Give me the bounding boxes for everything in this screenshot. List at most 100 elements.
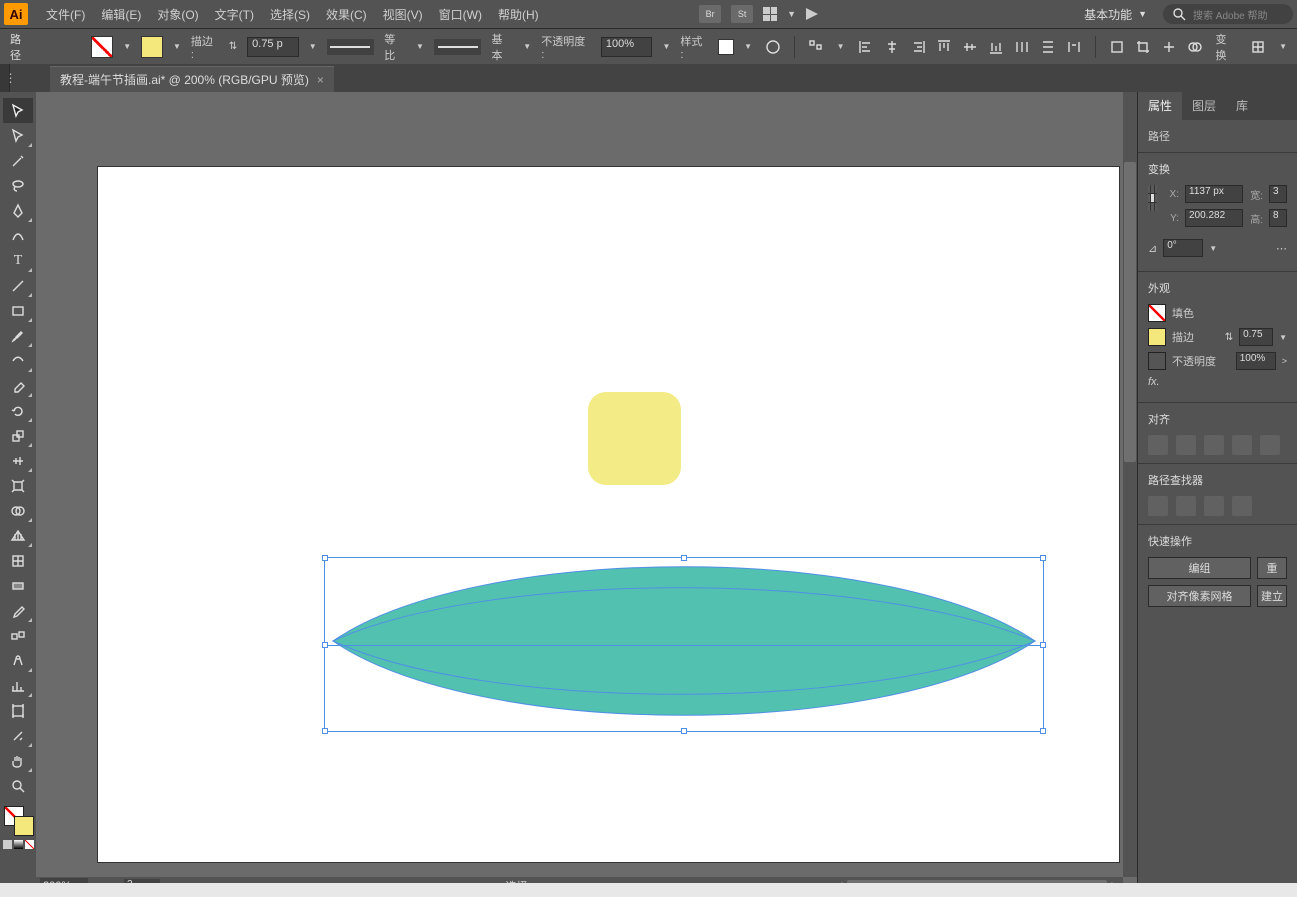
opacity-swatch-icon[interactable] <box>1148 352 1166 370</box>
stroke-profile[interactable] <box>327 39 375 55</box>
make-button[interactable]: 建立 <box>1257 585 1287 607</box>
free-transform-tool[interactable] <box>3 473 33 498</box>
menu-edit[interactable]: 编辑(E) <box>93 0 149 28</box>
fill-stroke-colors[interactable] <box>2 806 34 836</box>
chevron-down-icon[interactable]: ▼ <box>173 42 181 51</box>
handle-tl[interactable] <box>322 555 328 561</box>
direct-selection-tool[interactable] <box>3 123 33 148</box>
stroke-swatch[interactable] <box>141 36 163 58</box>
curvature-tool[interactable] <box>3 223 33 248</box>
align-left-icon[interactable] <box>855 36 877 58</box>
panel-handle-icon[interactable]: ⋮⋮ <box>0 64 10 92</box>
align-bottom-icon[interactable] <box>985 36 1007 58</box>
chevron-down-icon[interactable]: ▼ <box>123 42 131 51</box>
color-mode-icons[interactable] <box>3 840 34 849</box>
pathfinder-unite-icon[interactable] <box>1148 496 1168 516</box>
fill-color-swatch[interactable] <box>1148 304 1166 322</box>
tab-properties[interactable]: 属性 <box>1138 92 1182 120</box>
dist-space-h-icon[interactable] <box>1063 36 1085 58</box>
y-input[interactable]: 200.282 <box>1185 209 1243 227</box>
fill-swatch[interactable] <box>91 36 113 58</box>
dist-v-icon[interactable] <box>1037 36 1059 58</box>
share-icon[interactable] <box>806 8 818 20</box>
more-options-icon[interactable]: ⋯ <box>1276 242 1287 255</box>
panel-align-right-icon[interactable] <box>1232 435 1252 455</box>
vertical-scrollbar[interactable] <box>1123 92 1137 877</box>
panel-align-left-icon[interactable] <box>1176 435 1196 455</box>
handle-tr[interactable] <box>1040 555 1046 561</box>
eraser-tool[interactable] <box>3 373 33 398</box>
chevron-down-icon[interactable]: ▼ <box>744 42 752 51</box>
stock-icon[interactable]: St <box>731 5 753 23</box>
stroke-color-swatch[interactable] <box>1148 328 1166 346</box>
zoom-tool[interactable] <box>3 773 33 798</box>
line-tool[interactable] <box>3 273 33 298</box>
menu-object[interactable]: 对象(O) <box>149 0 206 28</box>
menu-select[interactable]: 选择(S) <box>262 0 318 28</box>
perspective-grid-tool[interactable] <box>3 523 33 548</box>
rectangle-tool[interactable] <box>3 298 33 323</box>
panel-align-top-icon[interactable] <box>1260 435 1280 455</box>
search-input[interactable]: 搜索 Adobe 帮助 <box>1163 4 1293 24</box>
magic-wand-tool[interactable] <box>3 148 33 173</box>
menu-type[interactable]: 文字(T) <box>207 0 262 28</box>
fx-icon[interactable]: fx. <box>1148 376 1160 388</box>
bridge-icon[interactable]: Br <box>699 5 721 23</box>
tab-layers[interactable]: 图层 <box>1182 92 1226 120</box>
x-input[interactable]: 1137 px <box>1185 185 1243 203</box>
shaper-tool[interactable] <box>3 348 33 373</box>
align-top-icon[interactable] <box>933 36 955 58</box>
align-vcenter-icon[interactable] <box>959 36 981 58</box>
scale-tool[interactable] <box>3 423 33 448</box>
shape-builder-tool[interactable] <box>3 498 33 523</box>
menu-file[interactable]: 文件(F) <box>38 0 93 28</box>
menu-effect[interactable]: 效果(C) <box>318 0 375 28</box>
align-hcenter-icon[interactable] <box>881 36 903 58</box>
handle-ml[interactable] <box>322 642 328 648</box>
handle-tm[interactable] <box>681 555 687 561</box>
column-graph-tool[interactable] <box>3 673 33 698</box>
opacity-input[interactable]: 100% <box>601 37 653 57</box>
selection-tool[interactable] <box>3 98 33 123</box>
gradient-tool[interactable] <box>3 573 33 598</box>
close-icon[interactable]: × <box>317 73 324 87</box>
slice-tool[interactable] <box>3 723 33 748</box>
workspace-selector[interactable]: 基本功能 ▼ <box>1078 6 1153 23</box>
opacity-panel-input[interactable]: 100% <box>1236 352 1276 370</box>
pathfinder-exclude-icon[interactable] <box>1232 496 1252 516</box>
chevron-down-icon[interactable]: ▼ <box>523 42 531 51</box>
handle-bl[interactable] <box>322 728 328 734</box>
transform-menu-icon[interactable] <box>1247 36 1269 58</box>
blend-tool[interactable] <box>3 623 33 648</box>
type-tool[interactable]: T <box>3 248 33 273</box>
chevron-down-icon[interactable]: ▼ <box>309 42 317 51</box>
stroke-label[interactable]: 描边 <box>1172 329 1194 345</box>
document-tab[interactable]: 教程-端午节插画.ai* @ 200% (RGB/GPU 预览) × <box>50 66 334 92</box>
edit-path-icon[interactable] <box>1158 36 1180 58</box>
transform-label[interactable]: 变换 <box>1216 31 1238 63</box>
recolor-icon[interactable] <box>762 36 784 58</box>
handle-br[interactable] <box>1040 728 1046 734</box>
graphic-style-swatch[interactable] <box>718 39 734 55</box>
brush-def[interactable] <box>434 39 482 55</box>
paintbrush-tool[interactable] <box>3 323 33 348</box>
w-input[interactable]: 3 <box>1269 185 1287 203</box>
opacity-label[interactable]: 不透明度 <box>1172 353 1216 369</box>
pen-tool[interactable] <box>3 198 33 223</box>
width-tool[interactable] <box>3 448 33 473</box>
handle-bm[interactable] <box>681 728 687 734</box>
align-selection-icon[interactable] <box>805 36 827 58</box>
panel-align-hcenter-icon[interactable] <box>1204 435 1224 455</box>
mesh-tool[interactable] <box>3 548 33 573</box>
h-input[interactable]: 8 <box>1269 209 1287 227</box>
pathfinder-minus-icon[interactable] <box>1176 496 1196 516</box>
lasso-tool[interactable] <box>3 173 33 198</box>
menu-help[interactable]: 帮助(H) <box>490 0 547 28</box>
angle-input[interactable]: 0° <box>1163 239 1203 257</box>
tab-libraries[interactable]: 库 <box>1226 92 1258 120</box>
group-button[interactable]: 编组 <box>1148 557 1251 579</box>
menu-window[interactable]: 窗口(W) <box>431 0 490 28</box>
selection-bounding-box[interactable] <box>324 557 1044 732</box>
symbol-sprayer-tool[interactable] <box>3 648 33 673</box>
recolor-button[interactable]: 重 <box>1257 557 1287 579</box>
